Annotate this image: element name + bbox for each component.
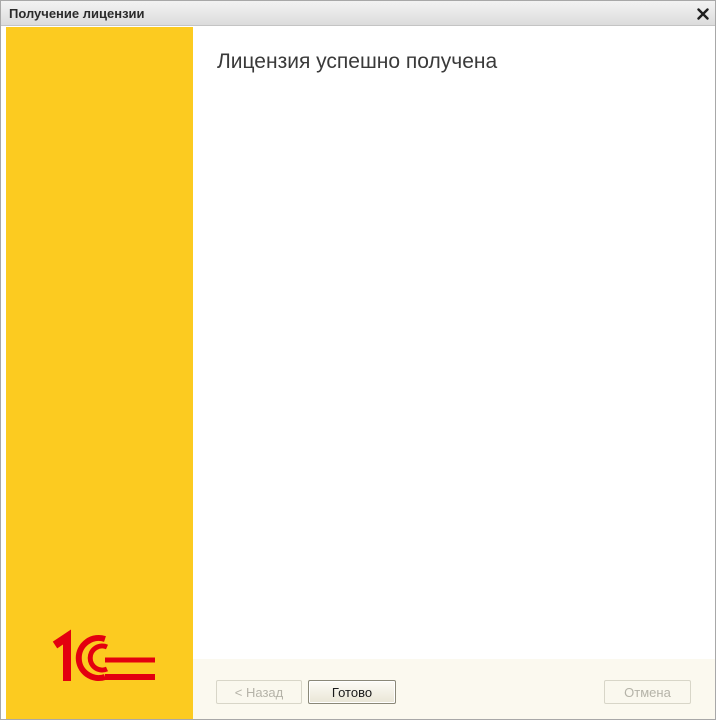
title-bar: Получение лицензии [1, 1, 715, 26]
done-button[interactable]: Готово [308, 680, 396, 704]
close-icon [696, 7, 709, 20]
cancel-button[interactable]: Отмена [604, 680, 691, 704]
success-heading: Лицензия успешно получена [217, 50, 498, 73]
license-dialog: Получение лицензии Лицензия успешно полу… [0, 0, 716, 720]
window-title: Получение лицензии [9, 6, 145, 21]
back-button[interactable]: < Назад [216, 680, 302, 704]
close-button[interactable] [694, 5, 711, 22]
1c-logo [52, 629, 155, 681]
main-content: Лицензия успешно получена [193, 27, 715, 659]
button-bar: < Назад Готово Отмена [193, 659, 715, 719]
sidebar-banner [6, 27, 193, 719]
